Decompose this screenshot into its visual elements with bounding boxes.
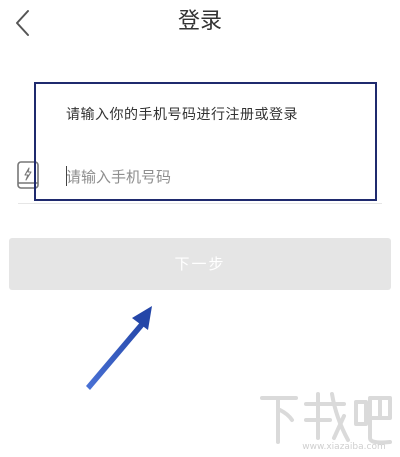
- header-bar: 登录: [0, 0, 400, 50]
- svg-text:www.xiazaiba.com: www.xiazaiba.com: [302, 442, 386, 452]
- page-title: 登录: [177, 9, 222, 34]
- chevron-left-icon: [16, 10, 29, 36]
- watermark-logo: www.xiazaiba.com: [260, 392, 392, 452]
- login-prompt-text: 请输入你的手机号码进行注册或登录: [66, 107, 298, 123]
- back-button[interactable]: [8, 6, 40, 40]
- next-step-button[interactable]: 下一步: [9, 238, 391, 290]
- phone-number-input[interactable]: [66, 162, 366, 192]
- annotation-arrow-icon: [86, 306, 152, 390]
- text-cursor: [66, 166, 67, 186]
- phone-icon: [16, 160, 40, 190]
- input-divider: [18, 203, 382, 204]
